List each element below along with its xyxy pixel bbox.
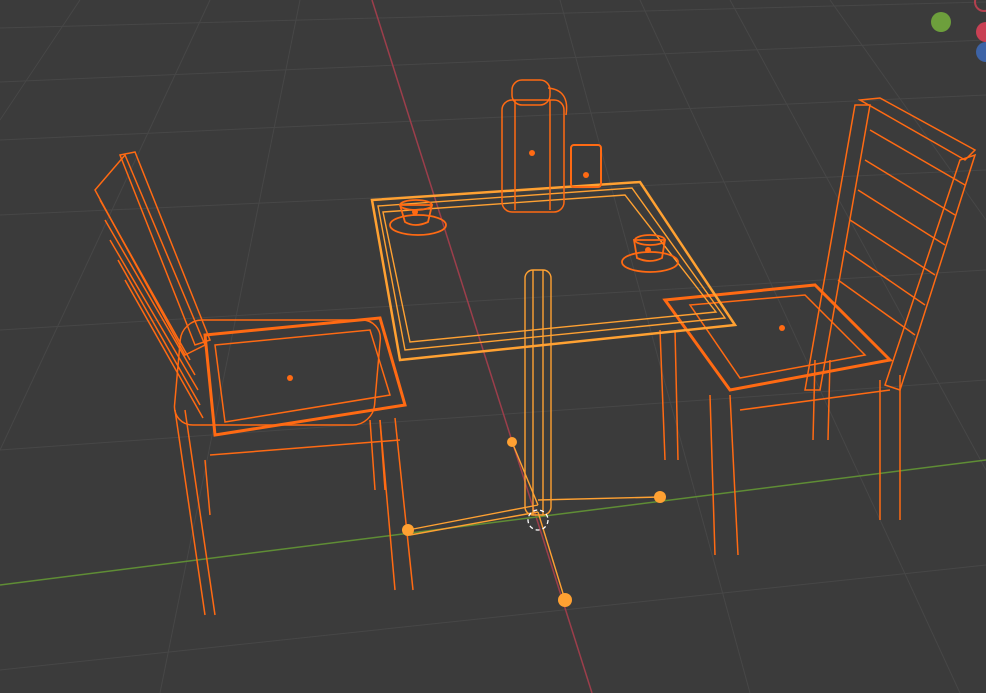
floor-grid xyxy=(0,0,986,693)
chair-right-origin xyxy=(779,325,785,331)
chair-left-origin xyxy=(287,375,293,381)
y-axis-line xyxy=(0,459,986,586)
table-foot-3 xyxy=(507,437,517,447)
negative-x-axis-icon[interactable] xyxy=(974,0,986,12)
x-axis-icon[interactable] xyxy=(976,22,986,42)
table[interactable] xyxy=(370,180,738,601)
z-axis-icon[interactable] xyxy=(976,42,986,62)
3d-viewport[interactable] xyxy=(0,0,986,693)
pitcher[interactable] xyxy=(501,79,568,213)
cup-right-origin xyxy=(645,247,651,253)
navigation-gizmo[interactable] xyxy=(926,0,986,70)
table-foot-4 xyxy=(558,593,572,607)
scene-canvas[interactable] xyxy=(0,0,986,693)
chair-right[interactable] xyxy=(659,97,977,556)
juice-box[interactable] xyxy=(570,144,602,188)
chair-left[interactable] xyxy=(94,151,414,616)
table-foot-1 xyxy=(402,524,414,536)
juice-box-origin xyxy=(583,172,589,178)
y-axis-icon[interactable] xyxy=(931,12,951,32)
pitcher-origin xyxy=(529,150,535,156)
table-foot-2 xyxy=(654,491,666,503)
cup-left-origin xyxy=(412,209,418,215)
